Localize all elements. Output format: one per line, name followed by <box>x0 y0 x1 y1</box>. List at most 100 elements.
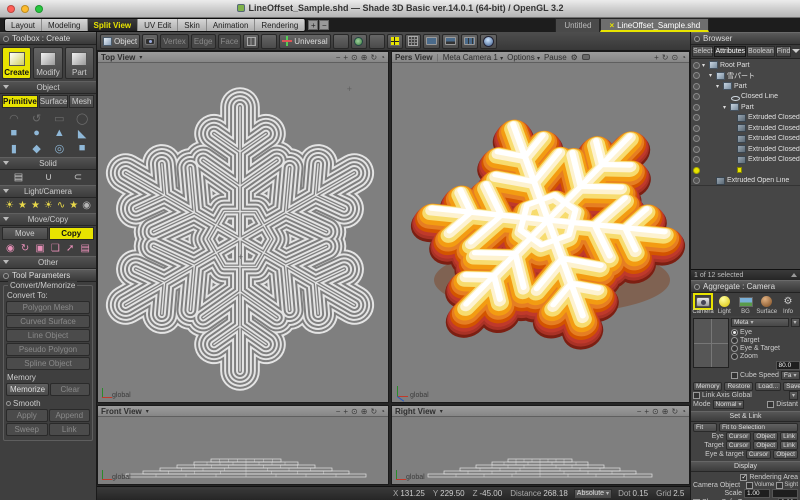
top-wireframe-canvas[interactable] <box>98 63 389 403</box>
shear-icon[interactable]: ➚ <box>66 243 74 254</box>
browser-tab[interactable]: Find <box>776 46 792 57</box>
cube-speed-dropdown[interactable]: Fa <box>781 371 800 380</box>
cube-icon[interactable]: ■ <box>3 126 25 140</box>
viewport-control-icon[interactable]: ◔ <box>681 407 686 416</box>
polygon-display-button[interactable] <box>243 34 259 49</box>
preview-display-button[interactable] <box>461 34 478 49</box>
tree-row[interactable]: Extruded Closed <box>691 144 800 155</box>
workspace-tab[interactable]: Animation <box>207 19 256 31</box>
remove-workspace-button[interactable]: − <box>319 20 329 30</box>
browser-tab[interactable]: Boolean <box>747 46 775 57</box>
object-name[interactable]: Extruded Closed <box>748 114 800 121</box>
shading-display-button[interactable] <box>423 34 440 49</box>
viewport-control-icon[interactable]: ◔ <box>380 53 385 62</box>
object-type-tab[interactable]: Mesh <box>69 95 94 108</box>
collapse-icon[interactable] <box>694 284 700 290</box>
aggregate-tab[interactable]: Light <box>714 295 734 315</box>
world-coordinates-button[interactable] <box>351 34 367 49</box>
object-button[interactable]: Object <box>753 441 778 450</box>
meta-dropdown[interactable]: Meta <box>731 318 789 327</box>
light-camera-section-bar[interactable]: Light/Camera <box>0 185 96 198</box>
arc-icon[interactable]: ↺ <box>26 111 48 125</box>
tree-row[interactable]: Extruded Closed <box>691 134 800 145</box>
duplicate-icon[interactable]: ▣ <box>35 243 44 254</box>
add-workspace-button[interactable]: + <box>308 20 318 30</box>
aggregate-tab[interactable]: ⚙ Info <box>778 295 798 315</box>
viewport-control-icon[interactable]: ⊕ <box>662 407 669 416</box>
rendering-area-checkbox[interactable] <box>740 474 747 481</box>
convert-button[interactable]: Curved Surface <box>6 315 90 328</box>
radio-button[interactable] <box>731 345 738 352</box>
other-section-bar[interactable]: Other <box>0 256 96 269</box>
gear-icon[interactable]: ⚙ <box>571 53 578 62</box>
filter-funnel-icon[interactable] <box>792 48 799 56</box>
viewport-control-icon[interactable]: − <box>336 53 341 62</box>
viewport-control-icon[interactable]: + <box>644 407 649 416</box>
object-name[interactable]: Extruded Closed <box>748 125 800 132</box>
link-axis-checkbox[interactable] <box>693 392 700 399</box>
viewport-control-icon[interactable]: ↻ <box>662 53 669 62</box>
object-name[interactable]: Closed Line <box>741 93 778 100</box>
spot-light-icon[interactable]: ★ <box>18 200 27 211</box>
options-menu[interactable]: Options ▾ <box>507 53 540 62</box>
browser-tab[interactable]: Attributes <box>714 46 746 57</box>
viewport-control-icon[interactable]: ↻ <box>370 53 377 62</box>
tree-row[interactable]: Extruded Closed <box>691 113 800 124</box>
pers-viewport[interactable]: Pers View | Meta Camera 1 ▾ Options ▾ Pa… <box>391 51 690 403</box>
aggregate-tab[interactable]: Surface <box>757 295 777 315</box>
viewport-control-icon[interactable]: ◔ <box>380 407 385 416</box>
convert-button[interactable]: Line Object <box>6 329 90 342</box>
fit-button[interactable]: Fit <box>693 423 717 432</box>
camera-object-checkbox[interactable] <box>776 482 783 489</box>
disc-icon[interactable]: ◠ <box>3 111 25 125</box>
viewport-control-icon[interactable]: − <box>336 407 341 416</box>
tree-row[interactable] <box>691 165 800 176</box>
camera-memory-button[interactable]: Save... <box>783 382 800 391</box>
coordinate-mode-dropdown[interactable]: Absolute <box>574 489 612 499</box>
move-copy-tab[interactable]: Move <box>2 227 48 240</box>
visibility-toggle[interactable] <box>693 104 700 111</box>
camera-selector[interactable]: Meta Camera 1 ▾ <box>443 53 503 62</box>
visibility-toggle[interactable] <box>693 156 700 163</box>
viewport-control-icon[interactable]: ⊙ <box>671 53 678 62</box>
rotate-tool-button[interactable] <box>261 34 277 49</box>
rect-icon[interactable]: ▭ <box>49 111 71 125</box>
camera-object-checkbox[interactable] <box>746 482 753 489</box>
expand-icon[interactable] <box>791 273 797 277</box>
top-viewport[interactable]: Top View▾ −+⊙⊕↻◔ + + global <box>97 51 389 403</box>
texture-display-button[interactable] <box>442 34 459 49</box>
cone-icon[interactable]: ▲ <box>49 126 71 140</box>
viewport-control-icon[interactable]: ⊙ <box>351 53 358 62</box>
viewport-control-icon[interactable]: ↻ <box>671 407 678 416</box>
visibility-toggle[interactable] <box>693 72 700 79</box>
comment-icon[interactable] <box>582 54 590 60</box>
workspace-tab[interactable]: UV Edit <box>138 19 178 31</box>
collapse-icon[interactable] <box>694 36 700 42</box>
tree-row[interactable]: Extruded Open Line <box>691 176 800 186</box>
object-name[interactable]: Extruded Closed <box>748 146 800 153</box>
right-wireframe-canvas[interactable] <box>392 417 690 485</box>
viewport-control-icon[interactable]: + <box>343 407 348 416</box>
camera-memory-button[interactable]: Memory <box>693 382 722 391</box>
translate-icon[interactable]: ◉ <box>6 243 15 254</box>
object-type-tab[interactable]: Primitive <box>2 95 38 108</box>
linear-light-icon[interactable]: ∿ <box>57 200 65 211</box>
viewport-control-icon[interactable]: ⊕ <box>361 407 368 416</box>
object-name[interactable]: Extruded Open Line <box>727 177 789 184</box>
viewport-control-icon[interactable]: − <box>637 407 642 416</box>
smooth-button[interactable]: Append <box>49 409 91 422</box>
edge-mode-button[interactable]: Edge <box>191 34 216 49</box>
vertex-mode-button[interactable]: Vertex <box>160 34 189 49</box>
cursor-button[interactable]: Cursor <box>726 432 752 441</box>
tree-row[interactable]: Extruded Closed <box>691 123 800 134</box>
object-name[interactable]: Extruded Closed <box>748 135 800 142</box>
memory-button[interactable]: Memorize <box>6 383 49 396</box>
circle-icon[interactable]: ◯ <box>71 111 93 125</box>
front-viewport[interactable]: Front View▾ −+⊙⊕↻◔ global <box>97 405 389 485</box>
convert-button[interactable]: Pseudo Polygon <box>6 343 90 356</box>
scale-field-2[interactable] <box>772 489 798 498</box>
document-tab[interactable]: Untitled <box>555 18 600 32</box>
visibility-toggle[interactable] <box>693 167 700 174</box>
capsule-icon[interactable]: ◆ <box>26 141 48 155</box>
point-light-icon[interactable]: ☀ <box>5 200 14 211</box>
